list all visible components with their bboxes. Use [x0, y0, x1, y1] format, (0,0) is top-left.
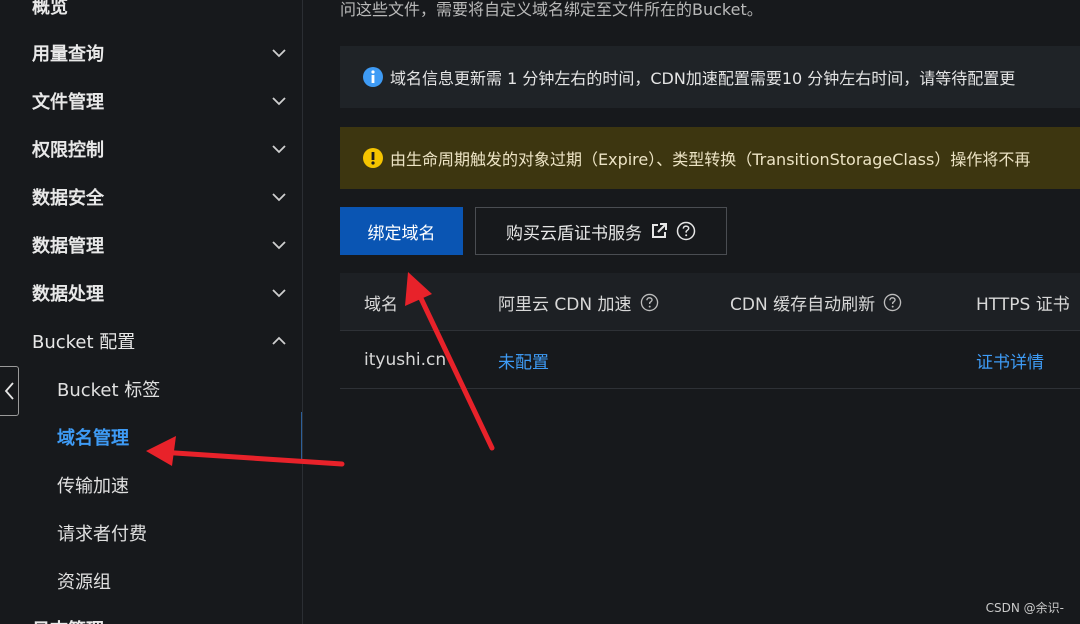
sidebar-item-bucket-config[interactable]: Bucket 配置 — [0, 317, 302, 365]
info-icon — [363, 67, 383, 87]
chevron-up-icon — [272, 336, 286, 345]
intro-text: 问这些文件，需要将自定义域名绑定至文件所在的Bucket。 — [340, 0, 763, 19]
cdn-config-link[interactable]: 未配置 — [498, 331, 549, 389]
sidebar-item-label: 数据安全 — [32, 188, 104, 209]
chevron-left-icon — [4, 382, 14, 400]
chevron-down-icon — [272, 289, 286, 298]
sidebar-item-log-management[interactable]: 日志管理 — [0, 605, 302, 624]
buy-certificate-button[interactable]: 购买云盾证书服务 — [475, 207, 727, 255]
sidebar-item-transfer-acceleration[interactable]: 传输加速 — [0, 461, 302, 509]
sidebar-item-domain-management[interactable]: 域名管理 — [0, 413, 302, 461]
column-header-label: CDN 缓存自动刷新 — [730, 294, 876, 315]
sidebar-item-label: 数据处理 — [32, 284, 104, 305]
chevron-down-icon — [272, 49, 286, 58]
sidebar-item-label: 资源组 — [57, 572, 111, 593]
sidebar-item-label: 用量查询 — [32, 44, 104, 65]
sidebar-item-label: 域名管理 — [57, 428, 129, 449]
domain-cell: ityushi.cn — [364, 350, 447, 370]
active-indicator — [301, 412, 302, 462]
table-row: ityushi.cn 未配置 证书详情 — [340, 331, 1080, 389]
help-icon[interactable] — [676, 221, 696, 241]
column-header-label: 阿里云 CDN 加速 — [498, 294, 632, 315]
sidebar-item-label: 日志管理 — [32, 616, 104, 624]
warning-icon — [363, 148, 383, 168]
column-header-cdn: 阿里云 CDN 加速 — [498, 273, 659, 331]
column-header-cdn-refresh: CDN 缓存自动刷新 — [730, 273, 902, 331]
column-header-https-cert: HTTPS 证书 — [976, 273, 1070, 331]
sidebar-item-data-processing[interactable]: 数据处理 — [0, 269, 302, 317]
sidebar-item-overview[interactable]: 概览 — [0, 0, 302, 30]
sidebar-item-label: 权限控制 — [32, 140, 104, 161]
sidebar-collapse-button[interactable] — [0, 366, 19, 416]
info-notice-text: 域名信息更新需 1 分钟左右的时间，CDN加速配置需要10 分钟左右时间，请等待… — [390, 69, 1016, 88]
sidebar-item-label: Bucket 配置 — [32, 332, 136, 353]
watermark: CSDN @余识- — [985, 601, 1064, 615]
sidebar-item-data-management[interactable]: 数据管理 — [0, 221, 302, 269]
chevron-down-icon — [272, 145, 286, 154]
column-header-label: 域名 — [364, 294, 398, 315]
sidebar-item-label: 数据管理 — [32, 236, 104, 257]
sidebar-item-bucket-tags[interactable]: Bucket 标签 — [0, 365, 302, 413]
column-header-domain: 域名 — [364, 273, 398, 331]
table-header: 域名 阿里云 CDN 加速 CDN 缓存自动刷新 HTTPS 证书 — [340, 273, 1080, 331]
chevron-down-icon — [272, 241, 286, 250]
sidebar-item-label: 传输加速 — [57, 476, 129, 497]
chevron-down-icon — [272, 97, 286, 106]
sidebar-item-usage-query[interactable]: 用量查询 — [0, 29, 302, 77]
sidebar-item-label: Bucket 标签 — [57, 380, 161, 401]
info-notice: 域名信息更新需 1 分钟左右的时间，CDN加速配置需要10 分钟左右时间，请等待… — [340, 46, 1080, 108]
buy-certificate-label: 购买云盾证书服务 — [506, 223, 642, 244]
main-content: 问这些文件，需要将自定义域名绑定至文件所在的Bucket。 域名信息更新需 1 … — [304, 0, 1080, 624]
warning-notice: 由生命周期触发的对象过期（Expire）、类型转换（TransitionStor… — [340, 127, 1080, 189]
sidebar-item-label: 请求者付费 — [57, 524, 147, 545]
sidebar: 概览 用量查询 文件管理 权限控制 数据安全 数据管理 数据处理 Bucket … — [0, 0, 303, 624]
help-icon[interactable] — [883, 293, 902, 312]
column-header-label: HTTPS 证书 — [976, 294, 1070, 315]
sidebar-item-file-management[interactable]: 文件管理 — [0, 77, 302, 125]
cert-details-link[interactable]: 证书详情 — [976, 331, 1044, 389]
sidebar-item-data-security[interactable]: 数据安全 — [0, 173, 302, 221]
sidebar-item-label: 概览 — [32, 0, 68, 18]
help-icon[interactable] — [640, 293, 659, 312]
bind-domain-button[interactable]: 绑定域名 — [340, 207, 463, 255]
warning-notice-text: 由生命周期触发的对象过期（Expire）、类型转换（TransitionStor… — [390, 150, 1031, 169]
domain-table: 域名 阿里云 CDN 加速 CDN 缓存自动刷新 HTTPS 证书 ityush… — [340, 273, 1080, 389]
chevron-down-icon — [272, 193, 286, 202]
sidebar-item-label: 文件管理 — [32, 92, 104, 113]
sidebar-item-requester-pays[interactable]: 请求者付费 — [0, 509, 302, 557]
external-link-icon — [652, 223, 667, 238]
sidebar-item-permission-control[interactable]: 权限控制 — [0, 125, 302, 173]
sidebar-item-resource-group[interactable]: 资源组 — [0, 557, 302, 605]
